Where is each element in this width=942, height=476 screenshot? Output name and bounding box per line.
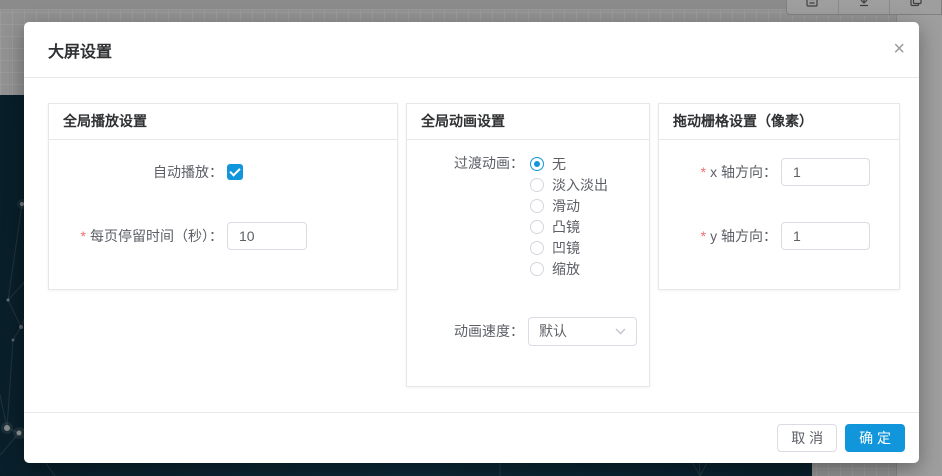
panel-grid-settings: 拖动栅格设置（像素） *x 轴方向： *y 轴方向： — [658, 103, 900, 290]
x-axis-row: *x 轴方向： — [659, 158, 899, 186]
radio-icon — [530, 199, 544, 213]
confirm-button[interactable]: 确 定 — [845, 424, 905, 452]
x-axis-input[interactable] — [781, 158, 870, 186]
screen: 大屏设置 × 全局播放设置 自动播放： *每页停留时间（秒）： — [0, 0, 942, 476]
radio-option-slide[interactable]: 滑动 — [530, 195, 608, 216]
chevron-down-icon — [615, 328, 626, 335]
radio-option-zoom[interactable]: 缩放 — [530, 258, 608, 279]
transition-radio-group: 无 淡入淡出 滑动 凸 — [530, 153, 608, 279]
radio-option-fade[interactable]: 淡入淡出 — [530, 174, 608, 195]
close-icon[interactable]: × — [893, 39, 905, 59]
checkmark-icon — [229, 165, 240, 176]
animation-speed-row: 动画速度： 默认 — [407, 317, 649, 345]
settings-dialog: 大屏设置 × 全局播放设置 自动播放： *每页停留时间（秒）： — [24, 22, 919, 463]
dialog-footer: 取 消 确 定 — [24, 412, 919, 463]
radio-icon — [530, 262, 544, 276]
panel-content: 自动播放： *每页停留时间（秒）： — [49, 140, 397, 250]
panel-animation-settings: 全局动画设置 过渡动画： 无 淡入淡出 — [406, 103, 650, 387]
page-time-label-text: 每页停留时间（秒）： — [90, 228, 223, 244]
page-time-row: *每页停留时间（秒）： — [49, 222, 397, 250]
panel-title: 全局播放设置 — [49, 104, 397, 140]
panel-content: *x 轴方向： *y 轴方向： — [659, 140, 899, 250]
dialog-header: 大屏设置 × — [24, 22, 919, 78]
required-asterisk: * — [81, 228, 86, 244]
x-axis-label: *x 轴方向： — [659, 162, 777, 182]
animation-speed-label: 动画速度： — [407, 321, 524, 341]
x-axis-label-text: x 轴方向： — [710, 164, 777, 180]
y-axis-input[interactable] — [781, 222, 870, 250]
panel-content: 过渡动画： 无 淡入淡出 — [407, 140, 649, 345]
autoplay-row: 自动播放： — [49, 158, 397, 186]
radio-option-convex[interactable]: 凸镜 — [530, 216, 608, 237]
radio-label: 淡入淡出 — [552, 175, 608, 195]
radio-icon — [530, 178, 544, 192]
radio-label: 凸镜 — [552, 217, 580, 237]
cancel-button[interactable]: 取 消 — [777, 424, 837, 452]
radio-label: 缩放 — [552, 259, 580, 279]
panel-playback-settings: 全局播放设置 自动播放： *每页停留时间（秒）： — [48, 103, 398, 290]
radio-icon — [530, 241, 544, 255]
radio-icon — [530, 220, 544, 234]
y-axis-label: *y 轴方向： — [659, 226, 777, 246]
required-asterisk: * — [701, 164, 706, 180]
animation-speed-select[interactable]: 默认 — [528, 317, 637, 346]
transition-label: 过渡动画： — [407, 153, 524, 174]
radio-option-concave[interactable]: 凹镜 — [530, 237, 608, 258]
panel-title: 全局动画设置 — [407, 104, 649, 140]
required-asterisk: * — [701, 228, 706, 244]
radio-option-none[interactable]: 无 — [530, 153, 608, 174]
page-time-label: *每页停留时间（秒）： — [49, 226, 223, 246]
autoplay-checkbox[interactable] — [227, 164, 243, 180]
panel-title: 拖动栅格设置（像素） — [659, 104, 899, 140]
page-time-input[interactable] — [227, 222, 307, 250]
autoplay-label: 自动播放： — [49, 162, 223, 182]
dialog-body: 全局播放设置 自动播放： *每页停留时间（秒）： 全局动画设 — [48, 103, 900, 387]
select-value: 默认 — [539, 321, 567, 341]
y-axis-row: *y 轴方向： — [659, 222, 899, 250]
dialog-title: 大屏设置 — [48, 38, 112, 62]
radio-label: 滑动 — [552, 196, 580, 216]
radio-label: 无 — [552, 154, 566, 174]
radio-label: 凹镜 — [552, 238, 580, 258]
transition-row: 过渡动画： 无 淡入淡出 — [407, 153, 649, 279]
radio-selected-icon — [530, 157, 544, 171]
y-axis-label-text: y 轴方向： — [710, 228, 777, 244]
